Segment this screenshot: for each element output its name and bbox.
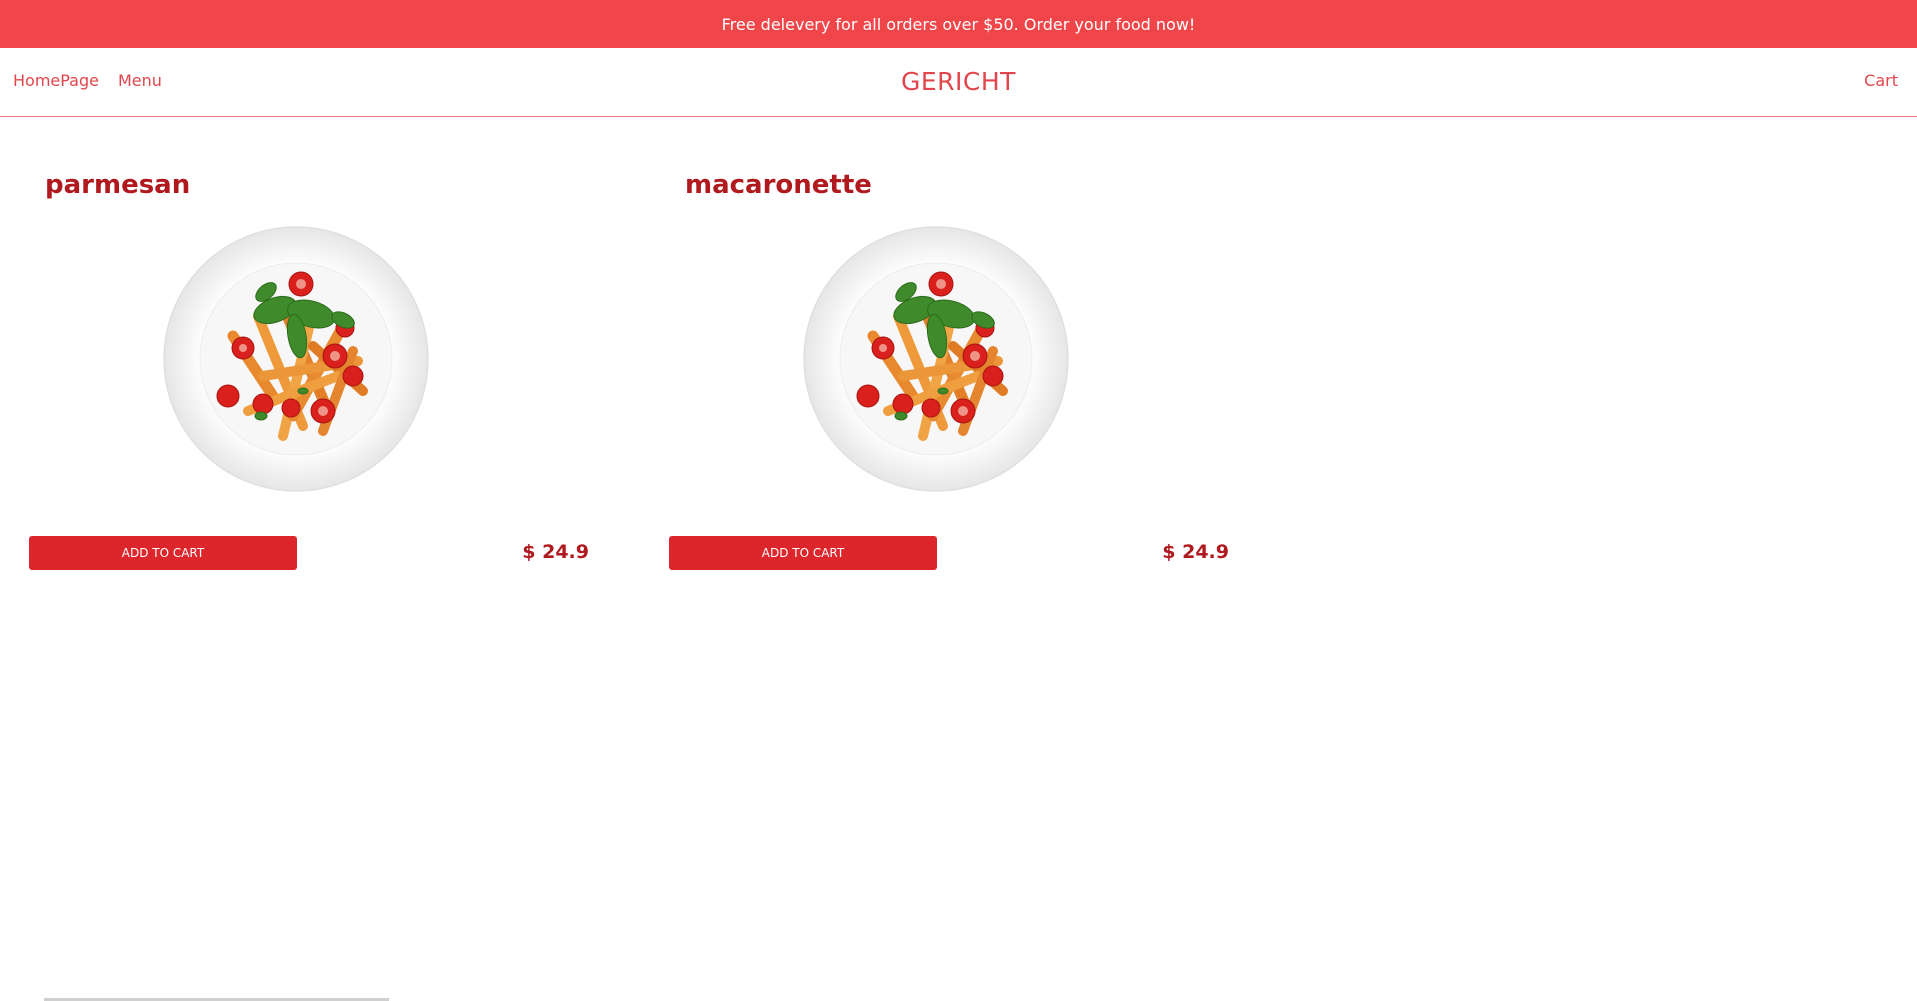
promo-banner-text: Free delevery for all orders over $50. O…: [721, 14, 1196, 34]
product-card: parmesan ADD TO CART $ 24.9: [29, 165, 589, 585]
product-title: macaronette: [685, 170, 872, 200]
product-card: macaronette ADD TO CART $ 24.9: [669, 165, 1229, 585]
top-navbar: HomePage Menu GERICHT Cart: [0, 48, 1917, 117]
pasta-plate-icon: [163, 226, 429, 492]
product-price: $ 24.9: [1162, 541, 1229, 563]
pasta-plate-icon: [803, 226, 1069, 492]
add-to-cart-button[interactable]: ADD TO CART: [29, 536, 297, 570]
product-price: $ 24.9: [522, 541, 589, 563]
add-to-cart-button[interactable]: ADD TO CART: [669, 536, 937, 570]
promo-banner: Free delevery for all orders over $50. O…: [0, 0, 1917, 48]
product-title: parmesan: [45, 170, 191, 200]
brand-logo: GERICHT: [901, 67, 1016, 96]
nav-link-cart[interactable]: Cart: [1864, 71, 1898, 90]
